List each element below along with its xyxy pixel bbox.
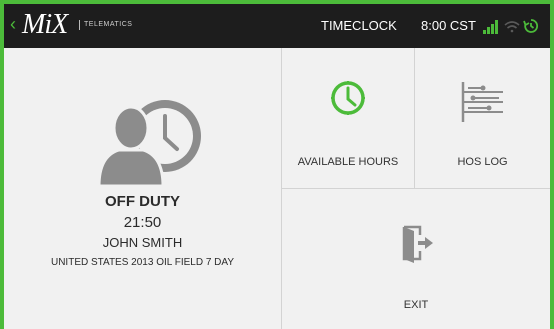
duty-status: OFF DUTY xyxy=(105,193,180,210)
hos-log-label: HOS LOG xyxy=(457,156,508,168)
app-frame: ‹ MiX TELEMATICS TIMECLOCK 8:00 CST OFF … xyxy=(0,0,554,329)
back-chevron-icon[interactable]: ‹ xyxy=(10,14,16,34)
sync-icon xyxy=(523,19,539,33)
driver-name: JOHN SMITH xyxy=(102,235,183,250)
exit-button[interactable]: EXIT xyxy=(281,189,550,329)
wifi-icon xyxy=(504,21,520,33)
exit-label: EXIT xyxy=(403,299,429,311)
available-hours-button[interactable]: AVAILABLE HOURS xyxy=(281,48,414,189)
driver-status-panel: OFF DUTY 21:50 JOHN SMITH UNITED STATES … xyxy=(4,48,281,329)
hos-log-button[interactable]: HOS LOG xyxy=(414,48,550,189)
ruleset-label: UNITED STATES 2013 OIL FIELD 7 DAY xyxy=(50,257,235,268)
duty-time: 21:50 xyxy=(123,214,162,231)
driver-clock-icon xyxy=(97,94,217,194)
clock-time: 8:00 CST xyxy=(421,18,476,33)
signal-icon xyxy=(483,20,498,34)
exit-door-icon xyxy=(396,223,436,268)
status-icons xyxy=(481,16,541,41)
available-hours-label: AVAILABLE HOURS xyxy=(297,156,399,168)
logo-subtitle: TELEMATICS xyxy=(79,20,132,30)
page-title: TIMECLOCK xyxy=(321,18,397,33)
hos-log-icon xyxy=(459,80,507,129)
main-area: OFF DUTY 21:50 JOHN SMITH UNITED STATES … xyxy=(4,48,550,329)
mix-logo: MiX xyxy=(22,9,68,40)
top-bar: ‹ MiX TELEMATICS TIMECLOCK 8:00 CST xyxy=(4,4,550,48)
clock-icon xyxy=(328,78,368,123)
